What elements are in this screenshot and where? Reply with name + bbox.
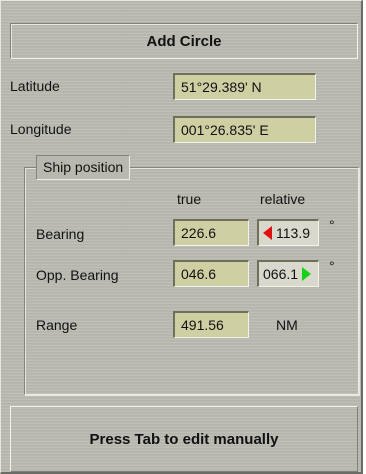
bearing-degree-symbol: ° [329,217,335,233]
bearing-relative-field[interactable]: 113.9 [257,219,319,246]
range-field[interactable]: 491.56 [173,311,249,338]
relative-column-header: relative [260,191,306,207]
range-unit: NM [276,317,298,333]
increase-arrow-icon[interactable] [302,266,312,281]
longitude-label: Longitude [10,121,72,137]
decrease-arrow-icon[interactable] [263,225,272,240]
ship-position-group-label: Ship position [36,155,131,180]
opp-bearing-relative-value: 066.1 [263,266,299,282]
opp-bearing-label: Opp. Bearing [36,267,119,283]
bearing-label: Bearing [36,226,85,242]
dialog-title: Add Circle [10,23,358,59]
range-label: Range [36,317,78,333]
opp-bearing-relative-field[interactable]: 066.1 [257,260,319,287]
opp-bearing-true-field[interactable]: 046.6 [173,260,249,287]
bearing-relative-value: 113.9 [276,225,310,241]
press-tab-hint: Press Tab to edit manually [10,406,358,472]
latitude-field[interactable]: 51°29.389' N [173,73,316,100]
latitude-label: Latitude [10,78,60,94]
opp-bearing-degree-symbol: ° [329,258,335,274]
bearing-true-field[interactable]: 226.6 [173,219,249,246]
longitude-field[interactable]: 001°26.835' E [173,116,316,143]
true-column-header: true [177,191,202,207]
add-circle-panel: Add Circle Latitude 51°29.389' N Longitu… [0,0,363,474]
